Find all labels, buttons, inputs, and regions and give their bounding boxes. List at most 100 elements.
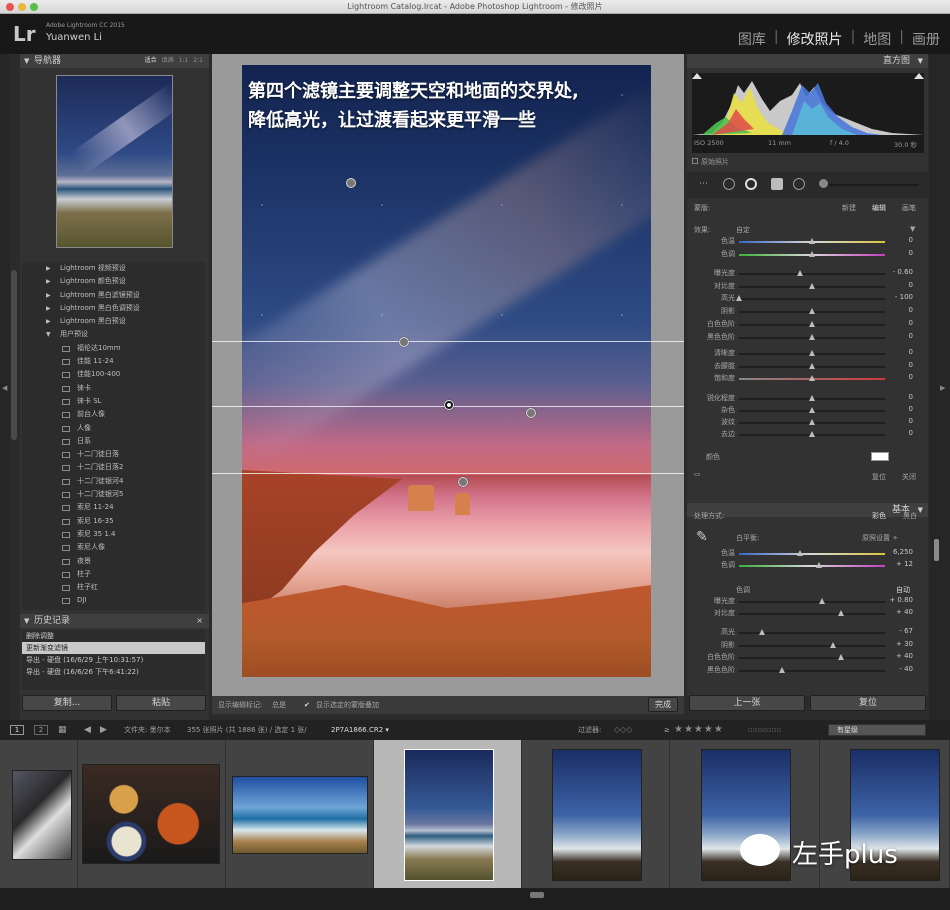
- slider-value[interactable]: + 30: [896, 640, 913, 648]
- wb-select[interactable]: 原照设置 ÷: [862, 533, 898, 543]
- histogram-header[interactable]: 直方图 ▼: [687, 54, 928, 68]
- overlay-checkbox[interactable]: ✔: [304, 696, 310, 714]
- slider-value[interactable]: 0: [909, 393, 913, 401]
- slider-knob[interactable]: [808, 320, 815, 327]
- page-1-button[interactable]: 1: [10, 725, 24, 735]
- slider-knob[interactable]: [808, 407, 815, 413]
- slider-value[interactable]: + 12: [896, 560, 913, 568]
- filter-pin[interactable]: [399, 337, 409, 347]
- filter-pin[interactable]: [346, 178, 356, 188]
- slider-knob[interactable]: [808, 238, 815, 244]
- zoom-1-1[interactable]: 1:1: [179, 54, 189, 68]
- show-pins-select[interactable]: 总是: [272, 696, 286, 714]
- collapse-triangle-icon[interactable]: ▼: [918, 503, 923, 517]
- preset-item[interactable]: 徕卡: [22, 382, 205, 395]
- slider-value[interactable]: 0: [909, 236, 913, 244]
- slider-knob[interactable]: [837, 610, 844, 616]
- graduated-filter-icon[interactable]: [771, 178, 783, 190]
- slider-value[interactable]: - 100: [895, 293, 913, 301]
- slider-value[interactable]: 0: [909, 319, 913, 327]
- done-button[interactable]: 完成: [648, 697, 678, 712]
- slider-knob[interactable]: [808, 362, 815, 369]
- navigator-header[interactable]: ▼ 导航器 适合 填满 1:1 2:1: [20, 54, 209, 68]
- disclosure-triangle-icon[interactable]: ▶: [46, 262, 51, 275]
- filmstrip-thumbnail[interactable]: [82, 764, 220, 864]
- slider-value[interactable]: 0: [909, 405, 913, 413]
- slider-knob[interactable]: [735, 295, 742, 302]
- slider-knob[interactable]: [758, 629, 765, 635]
- slider-knob[interactable]: [818, 598, 825, 604]
- collapse-triangle-icon[interactable]: ▼: [918, 54, 923, 68]
- filmstrip-thumbnail[interactable]: [232, 776, 368, 854]
- filmstrip-cell[interactable]: [78, 740, 226, 888]
- preset-folder[interactable]: ▶ Lightroom 黑白滤镜预设: [22, 289, 205, 302]
- slider-track[interactable]: [739, 298, 885, 301]
- disclosure-triangle-icon[interactable]: ▶: [46, 289, 51, 302]
- preset-item[interactable]: 十二门徒银河5: [22, 488, 205, 501]
- slider-value[interactable]: 0: [909, 281, 913, 289]
- slider-knob[interactable]: [808, 350, 815, 356]
- history-item[interactable]: 导出 - 硬盘 (16/6/29 上午10:31:57): [22, 654, 205, 666]
- preset-folder[interactable]: ▼ 用户预设: [22, 328, 205, 341]
- reset-button[interactable]: 复位: [810, 695, 926, 711]
- preset-item[interactable]: 柱子: [22, 568, 205, 581]
- slider-value[interactable]: 6,250: [893, 548, 913, 556]
- collapse-triangle-icon[interactable]: ▼: [24, 54, 29, 68]
- filter-pin[interactable]: [458, 477, 468, 487]
- collapse-triangle-icon[interactable]: ▼: [24, 614, 29, 628]
- history-item[interactable]: 导出 - 硬盘 (16/6/26 下午6:41:22): [22, 666, 205, 678]
- slider-value[interactable]: 0: [909, 348, 913, 356]
- slider-track[interactable]: [739, 553, 885, 555]
- preset-item[interactable]: 索尼人像: [22, 541, 205, 554]
- slider-track[interactable]: [739, 601, 885, 603]
- preset-item[interactable]: 柱子红: [22, 581, 205, 594]
- slider-knob[interactable]: [808, 419, 815, 425]
- slider-track[interactable]: [739, 644, 885, 647]
- close-window-icon[interactable]: [6, 3, 14, 11]
- color-label-filter-icon[interactable]: ▫▫▫▫▫▫▫: [748, 720, 781, 740]
- disclosure-triangle-icon[interactable]: ▼: [46, 328, 51, 341]
- slider-knob[interactable]: [779, 666, 786, 673]
- slider-knob[interactable]: [815, 562, 822, 568]
- previous-button[interactable]: 上一张: [689, 695, 805, 711]
- slider-value[interactable]: 0: [909, 306, 913, 314]
- rating-operator[interactable]: ≥: [664, 720, 670, 740]
- preset-item[interactable]: 索尼 16-35: [22, 515, 205, 528]
- slider-knob[interactable]: [830, 641, 837, 648]
- filmstrip-cell[interactable]: [0, 740, 78, 888]
- preset-folder[interactable]: ▶ Lightroom 颜色预设: [22, 275, 205, 288]
- zoom-fit[interactable]: 适合: [145, 54, 157, 68]
- slider-knob[interactable]: [808, 308, 815, 315]
- preset-item[interactable]: 佳能 11-24: [22, 355, 205, 368]
- preset-item[interactable]: 佳能100-400: [22, 368, 205, 381]
- filmstrip-thumbnail[interactable]: [404, 749, 494, 881]
- preset-item[interactable]: 十二门徒日落: [22, 448, 205, 461]
- brush-size-track[interactable]: [829, 184, 919, 186]
- slider-knob[interactable]: [796, 550, 803, 556]
- collapse-left-icon[interactable]: ◀: [2, 384, 7, 392]
- grid-view-icon[interactable]: ▦: [58, 720, 67, 740]
- histogram[interactable]: ISO 2500 11 mm f / 4.0 30.0 秒: [692, 73, 924, 153]
- preset-item[interactable]: 福伦达10mm: [22, 342, 205, 355]
- photo[interactable]: 第四个滤镜主要调整天空和地面的交界处, 降低高光，让过渡看起来更平滑一些: [242, 65, 651, 677]
- slider-knob[interactable]: [808, 375, 815, 381]
- original-photo-checkbox[interactable]: [692, 158, 698, 164]
- preset-item[interactable]: 十二门徒日落2: [22, 461, 205, 474]
- back-arrow-icon[interactable]: ◀: [84, 720, 91, 740]
- gradient-filter-line[interactable]: [212, 473, 684, 474]
- minimize-window-icon[interactable]: [18, 3, 26, 11]
- history-header[interactable]: ▼ 历史记录 ×: [20, 614, 209, 628]
- filmstrip-toggle-icon[interactable]: [530, 892, 544, 898]
- flag-filter-icon[interactable]: ◇◇◇: [614, 720, 632, 740]
- preset-item[interactable]: 索尼 35 1.4: [22, 528, 205, 541]
- zoom-2-1[interactable]: 2:1: [193, 54, 203, 68]
- module-develop[interactable]: 修改照片: [787, 29, 843, 49]
- history-item[interactable]: 更新渐变滤镜: [22, 642, 205, 654]
- treatment-color[interactable]: 彩色: [872, 511, 886, 521]
- slider-value[interactable]: - 0.60: [893, 268, 913, 276]
- slider-knob[interactable]: [808, 395, 815, 401]
- filter-pin[interactable]: [526, 408, 536, 418]
- right-scrollbar[interactable]: [934, 539, 939, 561]
- clear-history-icon[interactable]: ×: [196, 614, 203, 628]
- filmstrip-thumbnail[interactable]: [12, 770, 72, 860]
